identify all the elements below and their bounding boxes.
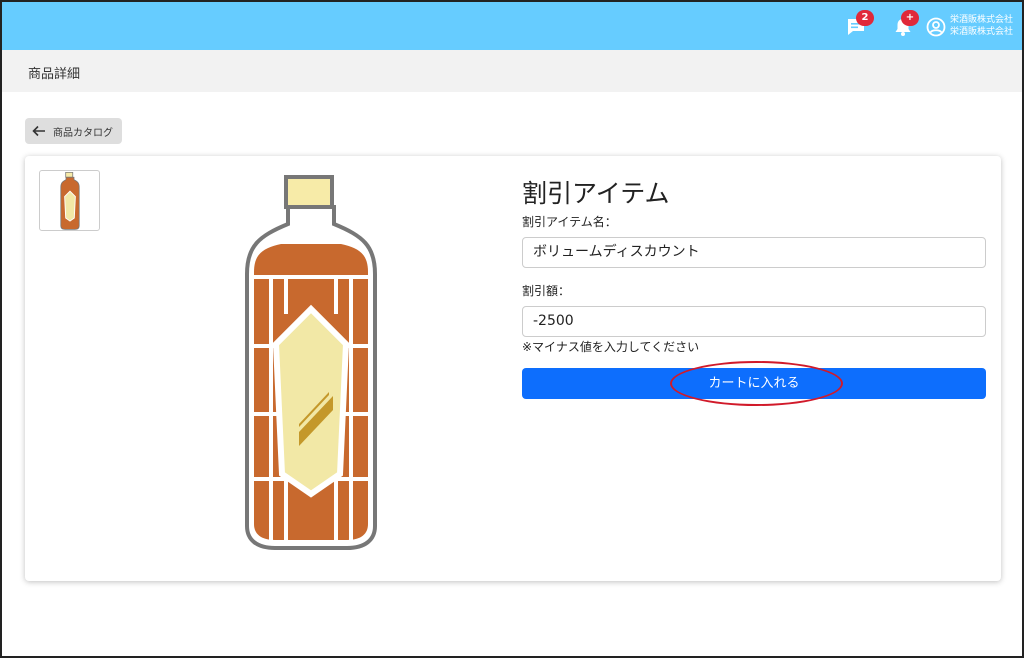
product-bottle-image [245, 175, 377, 550]
discount-amount-label: 割引額： [522, 284, 571, 298]
user-company-line2: 栄酒販株式会社 [950, 27, 1014, 37]
back-to-catalog-button[interactable]: 商品カタログ [25, 118, 122, 144]
amount-hint-text: ※マイナス値を入力してください [522, 340, 700, 354]
user-account-info[interactable]: 栄酒販株式会社 栄酒販株式会社 [950, 14, 1013, 38]
arrow-left-icon [32, 125, 45, 137]
discount-amount-field[interactable]: -2500 [522, 306, 986, 337]
discount-name-field: ボリュームディスカウント [522, 237, 986, 268]
message-count-badge: 2 [856, 10, 874, 26]
page-title: 商品詳細 [28, 67, 81, 82]
product-title: 割引アイテム [522, 179, 670, 208]
page-header: 商品詳細 [2, 50, 1022, 92]
app-frame: 2 + 栄酒販株式会社 栄酒販株式会社 商品詳細 商品カタログ 割引アイテム 割… [0, 0, 1024, 658]
product-card: 割引アイテム 割引アイテム名： ボリュームディスカウント 割引額： -2500 … [25, 156, 1001, 581]
bottle-thumbnail-image [59, 171, 80, 230]
notification-badge: + [901, 10, 919, 26]
user-circle-icon[interactable] [926, 17, 946, 37]
discount-name-label: 割引アイテム名： [522, 215, 617, 229]
add-to-cart-button[interactable]: カートに入れる [522, 368, 986, 399]
back-button-label: 商品カタログ [53, 127, 113, 139]
top-header: 2 + 栄酒販株式会社 栄酒販株式会社 [2, 2, 1022, 50]
product-thumbnail[interactable] [39, 170, 100, 231]
user-company-line1: 栄酒販株式会社 [950, 15, 1014, 25]
